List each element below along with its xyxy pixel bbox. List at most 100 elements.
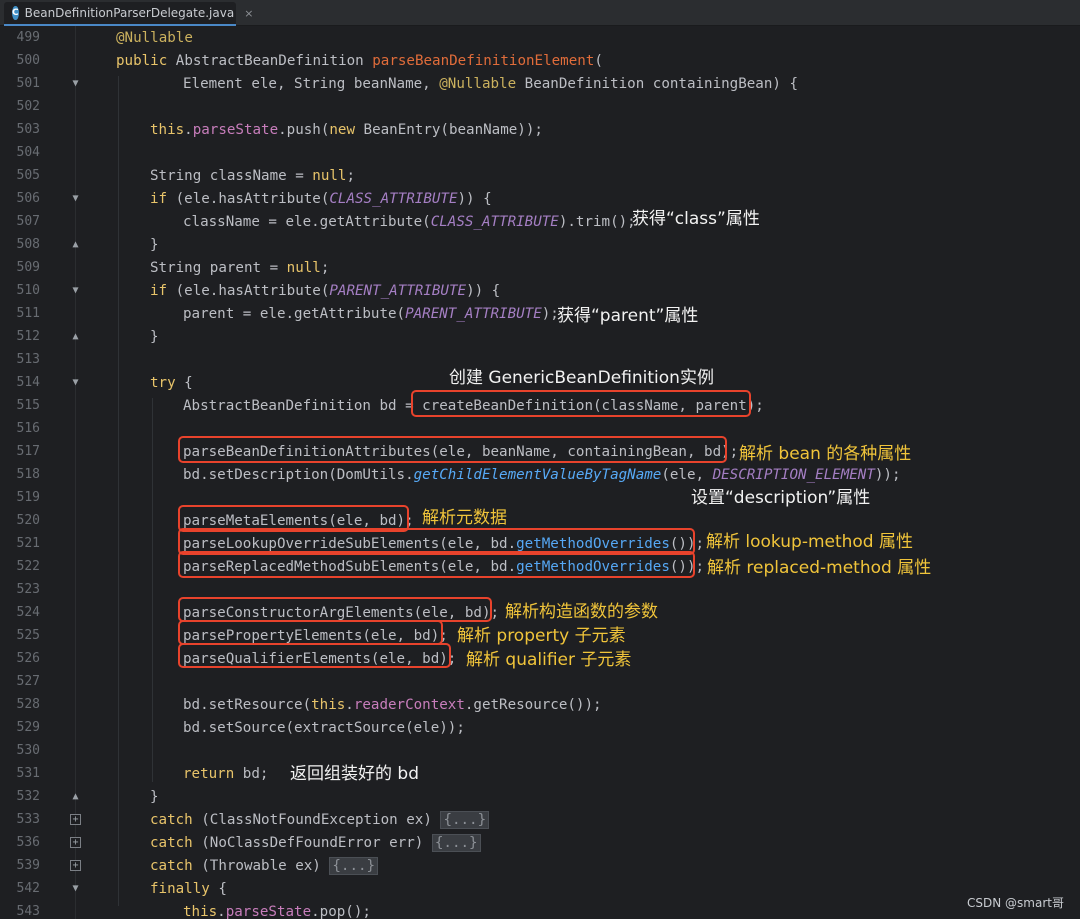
code-line: 500 public AbstractBeanDefinition parseB… [0, 49, 1080, 72]
code-line: 536 + catch (NoClassDefFoundError err) {… [0, 831, 1080, 854]
fold-end-icon[interactable]: ▲ [70, 791, 81, 802]
note-qualifier: 解析 qualifier 子元素 [466, 650, 632, 670]
keyword: if [150, 282, 168, 299]
code-line: 519 [0, 486, 1080, 509]
java-class-icon: C [12, 6, 19, 20]
code-line: 533 + catch (ClassNotFoundException ex) … [0, 808, 1080, 831]
code-text: (ele.hasAttribute( [167, 190, 330, 207]
code-text: bd.setResource( [183, 696, 312, 713]
method-name: parseBeanDefinitionElement [372, 52, 595, 69]
code-text: return bd; [183, 766, 268, 782]
line-number: 532 [16, 789, 40, 804]
annotation: @Nullable [439, 75, 517, 92]
line-number: 513 [16, 352, 40, 367]
code-text: parseLookupOverrideSubElements(ele, bd.g… [183, 536, 704, 552]
code-line: 499 @Nullable [0, 26, 1080, 49]
code-text: parseReplacedMethodSubElements(ele, bd.g… [183, 559, 704, 575]
code-text: parent = ele.getAttribute( [183, 305, 406, 322]
code-line: 542 ▼ finally { [0, 877, 1080, 900]
code-text: this.parseState.pop(); [183, 904, 371, 919]
fold-end-icon[interactable]: ▲ [70, 331, 81, 342]
line-number: 516 [16, 421, 40, 436]
keyword: if [150, 190, 168, 207]
code-text: (Throwable ex) [192, 857, 330, 874]
code-text: AbstractBeanDefinition bd = [183, 397, 423, 414]
code-line: 529 bd.setSource(extractSource(ele)); [0, 716, 1080, 739]
code-line: 506 ▼ if (ele.hasAttribute(CLASS_ATTRIBU… [0, 187, 1080, 210]
code-text: if (ele.hasAttribute(CLASS_ATTRIBUTE)) { [150, 191, 492, 207]
code-line: 512 ▲ } [0, 325, 1080, 348]
expand-fold-icon[interactable]: + [70, 837, 81, 848]
code-text: String parent = null; [150, 260, 329, 276]
keyword: public [116, 52, 176, 69]
keyword: this [150, 121, 185, 138]
folded-block[interactable]: {...} [440, 810, 490, 829]
line-number: 514 [16, 375, 40, 390]
line-number: 519 [16, 490, 40, 505]
expand-fold-icon[interactable]: + [70, 814, 81, 825]
keyword: this [311, 696, 346, 713]
code-text: ; [346, 167, 356, 184]
code-text: } [150, 788, 159, 805]
code-text: catch (ClassNotFoundException ex) {...} [150, 810, 490, 829]
note-lookup-method: 解析 lookup-method 属性 [706, 532, 914, 552]
code-line: 521 parseLookupOverrideSubElements(ele, … [0, 532, 1080, 555]
code-text: { [209, 880, 227, 897]
fold-arrow-icon[interactable]: ▼ [70, 193, 81, 204]
code-text: parseMetaElements(ele, bd); [183, 512, 414, 529]
expand-fold-icon[interactable]: + [70, 860, 81, 871]
line-number: 504 [16, 145, 40, 160]
static-method: getChildElementValueByTagName [413, 466, 662, 483]
note-parent-attribute: 获得“parent”属性 [557, 306, 699, 326]
line-number: 505 [16, 168, 40, 183]
constant: PARENT_ATTRIBUTE [405, 305, 542, 322]
fold-arrow-icon[interactable]: ▼ [70, 78, 81, 89]
close-icon[interactable]: × [244, 7, 253, 20]
line-number: 530 [16, 743, 40, 758]
file-tab[interactable]: C BeanDefinitionParserDelegate.java × [4, 2, 253, 26]
note-return-bd: 返回组装好的 bd [290, 764, 419, 784]
line-number: 525 [16, 628, 40, 643]
code-text: ; [320, 259, 330, 276]
fold-arrow-icon[interactable]: ▼ [70, 883, 81, 894]
code-text: .pop(); [311, 903, 371, 919]
code-line: 530 [0, 739, 1080, 762]
code-text: Element ele, String beanName, @Nullable … [183, 76, 798, 92]
code-line: 532 ▲ } [0, 785, 1080, 808]
code-text: createBeanDefinition(className, parent); [422, 397, 764, 414]
fold-arrow-icon[interactable]: ▼ [70, 377, 81, 388]
code-text: parseConstructorArgElements(ele, bd); [183, 604, 500, 621]
tab-filename: BeanDefinitionParserDelegate.java [24, 6, 235, 20]
line-number: 526 [16, 651, 40, 666]
code-editor[interactable]: 499 @Nullable 500 public AbstractBeanDef… [0, 26, 1080, 919]
folded-block[interactable]: {...} [431, 833, 481, 852]
code-text: { [175, 374, 193, 391]
fold-end-icon[interactable]: ▲ [70, 239, 81, 250]
line-number: 499 [16, 30, 40, 45]
line-number: 503 [16, 122, 40, 137]
code-text: BeanDefinition containingBean) { [516, 75, 798, 92]
line-number: 523 [16, 582, 40, 597]
code-text: BeanEntry(beanName)); [355, 121, 543, 138]
code-text: this.parseState.push(new BeanEntry(beanN… [150, 122, 543, 138]
constant: DESCRIPTION_ELEMENT [712, 466, 875, 483]
code-line: 516 [0, 417, 1080, 440]
code-line: 511 parent = ele.getAttribute(PARENT_ATT… [0, 302, 1080, 325]
code-text: . [184, 121, 193, 138]
line-number: 501 [16, 76, 40, 91]
line-number: 509 [16, 260, 40, 275]
fold-arrow-icon[interactable]: ▼ [70, 285, 81, 296]
code-text: bd.setResource(this.readerContext.getRes… [183, 697, 602, 713]
code-text: AbstractBeanDefinition [175, 52, 373, 69]
line-number: 521 [16, 536, 40, 551]
folded-block[interactable]: {...} [329, 856, 379, 875]
line-number: 517 [16, 444, 40, 459]
code-text: ( [594, 52, 603, 69]
code-text: )) { [466, 282, 501, 299]
code-line: 539 + catch (Throwable ex) {...} [0, 854, 1080, 877]
code-text: parent = ele.getAttribute(PARENT_ATTRIBU… [183, 306, 559, 322]
keyword: null [312, 167, 347, 184]
code-text: . [217, 903, 226, 919]
line-number: 515 [16, 398, 40, 413]
line-number: 507 [16, 214, 40, 229]
